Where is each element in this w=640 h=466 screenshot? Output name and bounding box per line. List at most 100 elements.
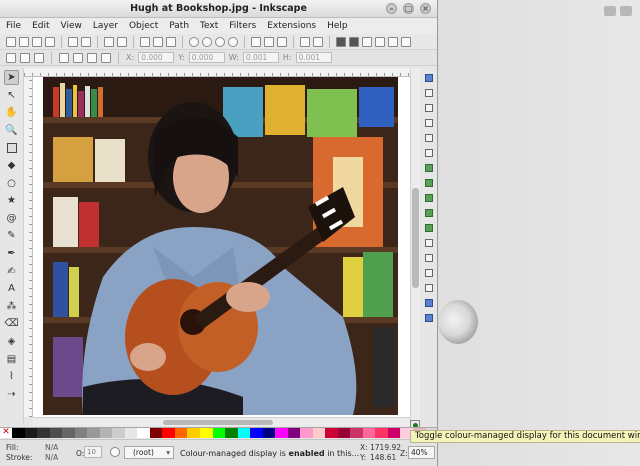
snap-bbox-center-icon[interactable]	[424, 148, 435, 158]
snap-nodes-icon[interactable]	[424, 163, 435, 173]
menu-text[interactable]: Text	[200, 21, 218, 31]
zoom-width-icon[interactable]	[228, 36, 238, 47]
pencil-tool[interactable]: ✎	[4, 228, 19, 243]
palette-swatch[interactable]	[387, 428, 401, 438]
connector-tool[interactable]: ⇢	[4, 387, 19, 402]
flip-horizontal-icon[interactable]	[87, 52, 97, 63]
zoom-tool[interactable]: 🔍	[4, 123, 19, 138]
preferences-icon[interactable]	[388, 36, 398, 47]
opacity-input[interactable]: 10	[84, 446, 102, 458]
palette-swatch[interactable]	[337, 428, 351, 438]
gradient-tool[interactable]: ▤	[4, 352, 19, 367]
snap-cusp-nodes-icon[interactable]	[424, 208, 435, 218]
xml-editor-icon[interactable]	[362, 36, 372, 47]
align-distribute-icon[interactable]	[375, 36, 385, 47]
export-icon[interactable]	[81, 36, 91, 47]
palette-swatch[interactable]	[62, 428, 75, 438]
menu-file[interactable]: File	[6, 21, 21, 31]
menu-object[interactable]: Object	[129, 21, 158, 31]
current-layer-select[interactable]: (root) ▾	[124, 446, 174, 459]
title-bar[interactable]: Hugh at Bookshop.jpg - Inkscape – □ ×	[0, 0, 437, 18]
selector-tool[interactable]: ➤	[4, 70, 19, 85]
snap-object-centers-icon[interactable]	[424, 253, 435, 263]
print-icon[interactable]	[45, 36, 55, 47]
palette-swatch[interactable]	[87, 428, 100, 438]
palette-swatch[interactable]	[24, 428, 38, 438]
palette-swatch[interactable]	[49, 428, 63, 438]
group-icon[interactable]	[300, 36, 310, 47]
snap-bbox-corner-icon[interactable]	[424, 118, 435, 128]
palette-swatch[interactable]	[12, 428, 25, 438]
palette-swatch[interactable]	[225, 428, 238, 438]
paint-bucket-tool[interactable]: ◈	[4, 334, 19, 349]
vertical-scrollbar-thumb[interactable]	[412, 188, 419, 288]
snap-bbox-icon[interactable]	[424, 88, 435, 98]
clone-icon[interactable]	[264, 36, 274, 47]
palette-swatch[interactable]	[174, 428, 188, 438]
calligraphy-tool[interactable]: ✍	[4, 264, 19, 279]
snap-paths-icon[interactable]	[424, 178, 435, 188]
drawing-canvas[interactable]	[33, 77, 410, 417]
horizontal-ruler[interactable]	[24, 68, 410, 77]
new-document-icon[interactable]	[6, 36, 16, 47]
palette-swatch[interactable]	[212, 428, 226, 438]
rotate-ccw-icon[interactable]	[59, 52, 69, 63]
menu-extensions[interactable]: Extensions	[267, 21, 316, 31]
x-coordinate-input[interactable]: 0.000	[138, 52, 175, 63]
minimize-button[interactable]: –	[386, 3, 397, 14]
close-button[interactable]: ×	[420, 3, 431, 14]
open-document-icon[interactable]	[19, 36, 29, 47]
palette-swatch[interactable]	[149, 428, 163, 438]
copy-icon[interactable]	[140, 36, 150, 47]
pen-tool[interactable]: ✒	[4, 246, 19, 261]
tweak-tool[interactable]: ✋	[4, 105, 19, 120]
snap-page-border-icon[interactable]	[424, 283, 435, 293]
fill-value[interactable]: N/A	[45, 443, 58, 452]
palette-swatch[interactable]	[162, 428, 175, 438]
dropper-tool[interactable]: ⌇	[4, 369, 19, 384]
height-input[interactable]: 0.001	[295, 52, 332, 63]
import-icon[interactable]	[68, 36, 78, 47]
redo-icon[interactable]	[117, 36, 127, 47]
layer-visibility-icon[interactable]	[110, 447, 120, 457]
palette-swatch[interactable]	[37, 428, 50, 438]
horizontal-scrollbar-thumb[interactable]	[163, 420, 273, 425]
zoom-selection-icon[interactable]	[189, 36, 199, 47]
snap-grid-icon[interactable]	[424, 298, 435, 308]
zoom-drawing-icon[interactable]	[202, 36, 212, 47]
palette-swatch[interactable]	[262, 428, 276, 438]
palette-swatch[interactable]	[112, 428, 125, 438]
horizontal-scrollbar[interactable]	[33, 417, 410, 426]
palette-swatch[interactable]	[250, 428, 263, 438]
snap-enable-icon[interactable]	[424, 73, 435, 83]
menu-layer[interactable]: Layer	[93, 21, 118, 31]
snap-midpoints-icon[interactable]	[424, 238, 435, 248]
palette-swatch[interactable]	[275, 428, 288, 438]
snap-rotation-center-icon[interactable]	[424, 268, 435, 278]
ellipse-tool[interactable]: ○	[4, 176, 19, 191]
no-paint-swatch[interactable]: ✕	[0, 428, 12, 438]
rectangle-tool[interactable]	[4, 140, 19, 155]
snap-bbox-midpoint-icon[interactable]	[424, 133, 435, 143]
stroke-value[interactable]: N/A	[45, 453, 58, 462]
zoom-page-icon[interactable]	[215, 36, 225, 47]
undo-icon[interactable]	[104, 36, 114, 47]
box-3d-tool[interactable]: ◆	[4, 158, 19, 173]
text-font-icon[interactable]	[349, 36, 359, 47]
duplicate-icon[interactable]	[251, 36, 261, 47]
unlink-clone-icon[interactable]	[277, 36, 287, 47]
width-input[interactable]: 0.001	[242, 52, 279, 63]
paste-icon[interactable]	[166, 36, 176, 47]
menu-view[interactable]: View	[61, 21, 82, 31]
text-tool[interactable]: A	[4, 281, 19, 296]
cut-icon[interactable]	[153, 36, 163, 47]
palette-swatch[interactable]	[375, 428, 388, 438]
snap-smooth-nodes-icon[interactable]	[424, 223, 435, 233]
select-all-icon[interactable]	[6, 52, 16, 63]
menu-help[interactable]: Help	[327, 21, 348, 31]
palette-swatch[interactable]	[237, 428, 251, 438]
vertical-scrollbar[interactable]	[410, 68, 420, 420]
star-tool[interactable]: ★	[4, 193, 19, 208]
palette-swatch[interactable]	[74, 428, 88, 438]
menu-path[interactable]: Path	[169, 21, 189, 31]
